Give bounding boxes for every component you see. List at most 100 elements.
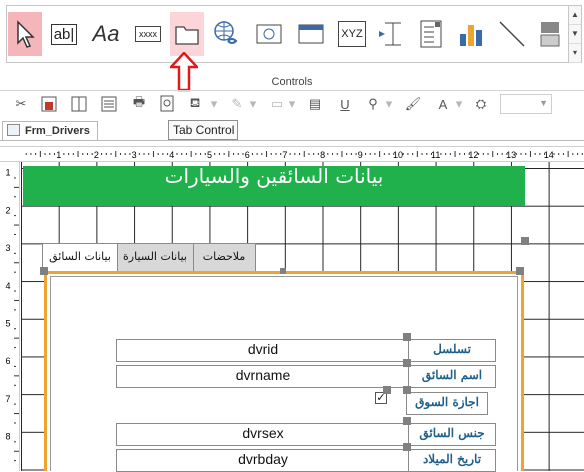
ruler-tick [251,153,253,155]
option-group-tool[interactable]: XYZ [335,12,369,56]
ruler-tick [289,153,291,155]
format-painter-icon[interactable]: 🖌 [404,95,422,113]
ruler-tick [14,299,19,301]
move-handle[interactable] [383,386,391,394]
property-sheet-icon[interactable] [100,95,118,113]
tab-control-handle[interactable] [280,268,286,274]
tab-driver-info[interactable]: بيانات السائق [42,243,118,274]
font-size-combo[interactable]: ▼ [500,94,552,114]
chevron-down-icon: ▼ [539,98,548,108]
label-tool[interactable]: Aa [89,12,123,56]
lines-dropdown-icon[interactable]: ▾ [283,95,301,113]
ruler-tick [463,153,465,155]
ruler-tick [138,153,140,155]
print-icon[interactable]: 🖶 [130,94,148,113]
tab-control-handle[interactable] [40,267,48,275]
chart-tool[interactable] [454,12,488,56]
ruler-tick [82,153,84,155]
ruler-tick [242,153,244,155]
page-break-icon [379,22,401,46]
dvrsex-field[interactable]: dvrsex [116,423,410,446]
ruler-label: 2 [5,205,10,215]
button-tool[interactable]: xxxx [131,12,165,56]
preview-icon[interactable] [158,95,176,113]
ruler-tick [445,153,447,155]
ruler-tick [14,196,16,198]
navigation-icon [298,24,324,44]
ruler-tick [388,153,390,155]
hyperlink-tool[interactable] [210,12,244,56]
add-existing-fields-icon[interactable] [70,95,88,113]
text-box-icon: ab| [50,23,78,45]
insert-image-icon[interactable]: ✂ [12,95,30,113]
ruler-tick [204,153,206,155]
dvrname-field[interactable]: dvrname [116,365,410,388]
align-icon[interactable]: ▤ [306,95,324,113]
tab-notes[interactable]: ملاحضات [192,243,256,272]
dvrbday-field[interactable]: dvrbday [116,449,410,472]
dvrid-field[interactable]: dvrid [116,339,410,362]
ruler-label: 5 [5,319,10,329]
ruler-tick [482,153,484,155]
title-icon[interactable] [40,95,58,113]
ruler-tick [14,328,16,330]
select-tool[interactable] [8,12,42,56]
gallery-more-icon[interactable]: ▾ [569,44,581,63]
ruler-tick [152,151,154,157]
ruler-tick [195,153,197,155]
move-handle[interactable] [403,386,411,394]
ruler-label: 3 [132,150,137,160]
serial-label: تسلسل [408,339,496,362]
ruler-tick [14,262,19,264]
search-dropdown-icon[interactable]: ▾ [380,95,398,113]
fill-dropdown-icon[interactable]: ▾ [205,95,223,113]
ruler-tick [115,151,117,157]
tab-control-tool[interactable] [170,12,204,56]
ruler-tick [299,153,301,155]
ruler-tick [228,151,230,157]
page-break-tool[interactable] [375,12,409,56]
combo-box-tool[interactable] [414,12,448,56]
ruler-tick [14,450,19,452]
ruler-tick [86,153,88,155]
font-color-dropdown-icon[interactable]: ▾ [450,95,468,113]
ruler-label: 10 [393,150,403,160]
navigation-tool[interactable] [294,12,328,56]
ruler-tick [30,153,32,155]
text-box-tool[interactable]: ab| [47,12,81,56]
ruler-tick [143,153,145,155]
binoculars-icon[interactable]: ⛭ [472,95,490,113]
ruler-tick [407,153,409,155]
ruler-tick [237,153,239,155]
tab-car-info[interactable]: بيانات السيارة [116,243,194,272]
vertical-ruler: 1 2 3 4 5 6 7 8 [0,162,20,471]
gallery-down-icon[interactable]: ▼ [569,25,581,44]
line-tool[interactable] [495,12,529,56]
button-icon: xxxx [135,26,161,42]
ruler-tick [14,422,16,424]
gallery-up-icon[interactable]: ▲ [569,6,581,25]
underline-icon[interactable]: U [336,95,354,113]
ruler-tick [383,153,385,155]
move-handle[interactable] [403,359,411,367]
combo-box-icon [420,20,442,48]
tab-control-handle[interactable] [516,267,524,275]
pen-dropdown-icon[interactable]: ▾ [244,95,262,113]
driver-name-label: اسم السائق [408,365,496,388]
ruler-tick [68,153,70,155]
gallery-scrollbar[interactable]: ▲ ▼ ▾ [568,6,581,63]
fill-color-icon[interactable]: ⛾ [186,95,204,113]
ruler-tick [355,153,357,155]
ruler-tick [534,153,536,155]
resize-handle[interactable] [521,237,529,245]
move-handle[interactable] [403,417,411,425]
ribbon-divider [0,90,584,91]
move-handle[interactable] [403,443,411,451]
browser-icon [256,24,282,44]
toggle-button-tool[interactable] [533,12,567,56]
web-browser-tool[interactable] [252,12,286,56]
ruler-tick [421,153,423,155]
ruler-tick [14,215,16,217]
ruler-label: 6 [245,150,250,160]
move-handle[interactable] [403,333,411,341]
